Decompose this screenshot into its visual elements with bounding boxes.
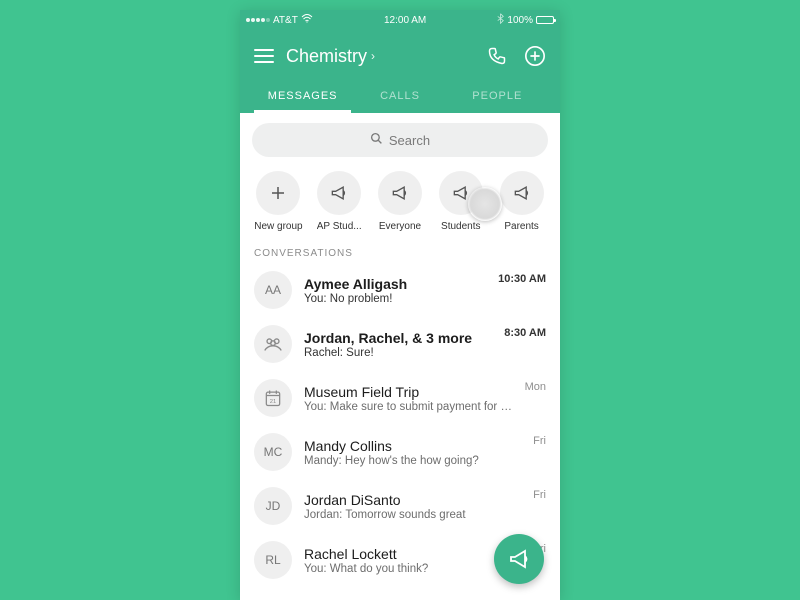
status-bar: AT&T 12:00 AM 100% [240, 10, 560, 30]
megaphone-icon [500, 171, 544, 215]
conversation-title: Aymee Alligash [304, 276, 486, 292]
app-header: Chemistry › MESSAGESCALLSPEOPLE [240, 30, 560, 113]
header-title[interactable]: Chemistry › [286, 46, 474, 67]
header-title-text: Chemistry [286, 46, 367, 67]
conversation-title: Mandy Collins [304, 438, 521, 454]
main-content: Search New group AP Stud... Everyone Studen… [240, 113, 560, 600]
battery-icon [536, 16, 554, 24]
conversation-time: Mon [525, 381, 546, 393]
group-label: AP Stud... [317, 221, 362, 232]
call-button[interactable] [486, 45, 508, 67]
chevron-right-icon: › [371, 49, 375, 63]
compose-button[interactable] [524, 45, 546, 67]
tab-bar: MESSAGESCALLSPEOPLE [254, 80, 546, 113]
group-shortcut[interactable]: New group [250, 171, 307, 232]
status-time: 12:00 AM [384, 15, 426, 26]
group-shortcut[interactable]: Everyone [372, 171, 429, 232]
conversation-time: Fri [533, 435, 546, 447]
search-placeholder: Search [389, 133, 430, 148]
plus-icon [256, 171, 300, 215]
group-label: Everyone [379, 221, 421, 232]
wifi-icon [301, 14, 313, 26]
group-shortcut[interactable]: AP Stud... [311, 171, 368, 232]
battery-pct: 100% [507, 15, 533, 26]
group-icon [254, 325, 292, 363]
conversation-row[interactable]: Jordan, Rachel, & 3 moreRachel: Sure! 8:3… [240, 317, 560, 371]
phone-frame: AT&T 12:00 AM 100% Chemistry › [240, 10, 560, 600]
avatar: AA [254, 271, 292, 309]
conversation-preview: You: What do you think? [304, 563, 521, 575]
conversation-row[interactable]: JD Jordan DiSantoJordan: Tomorrow sounds … [240, 479, 560, 533]
conversation-preview: Jordan: Tomorrow sounds great [304, 509, 521, 521]
svg-text:21: 21 [270, 399, 276, 405]
conversation-time: Fri [533, 489, 546, 501]
conversation-row[interactable]: AA Aymee AlligashYou: No problem! 10:30 AM [240, 263, 560, 317]
calendar-icon: 21 [254, 379, 292, 417]
menu-button[interactable] [254, 49, 274, 63]
conversation-row[interactable]: MC Mandy CollinsMandy: Hey how's the how … [240, 425, 560, 479]
conversation-title: Jordan DiSanto [304, 492, 521, 508]
megaphone-icon [378, 171, 422, 215]
avatar: JD [254, 487, 292, 525]
group-shortcuts: New group AP Stud... Everyone Students Paren… [240, 167, 560, 242]
conversation-title: Jordan, Rachel, & 3 more [304, 330, 492, 346]
avatar: RL [254, 541, 292, 579]
section-header: CONVERSATIONS [240, 242, 560, 263]
search-icon [370, 132, 383, 148]
group-label: Students [441, 221, 480, 232]
tab-calls[interactable]: CALLS [351, 80, 448, 113]
search-input[interactable]: Search [252, 123, 548, 157]
conversation-time: 10:30 AM [498, 273, 546, 285]
group-label: Parents [504, 221, 538, 232]
new-announcement-fab[interactable] [494, 534, 544, 584]
conversation-preview: You: No problem! [304, 293, 486, 305]
conversation-title: Museum Field Trip [304, 384, 513, 400]
tab-people[interactable]: PEOPLE [449, 80, 546, 113]
carrier-label: AT&T [273, 15, 298, 26]
conversation-row[interactable]: 21 Museum Field TripYou: Make sure to sub… [240, 371, 560, 425]
conversation-preview: Rachel: Sure! [304, 347, 492, 359]
conversation-preview: Mandy: Hey how's the how going? [304, 455, 521, 467]
signal-dots-icon [246, 18, 270, 22]
conversation-title: Rachel Lockett [304, 546, 521, 562]
conversation-time: 8:30 AM [504, 327, 546, 339]
conversation-preview: You: Make sure to submit payment for t..… [304, 401, 513, 413]
group-label: New group [254, 221, 302, 232]
megaphone-icon [317, 171, 361, 215]
avatar: MC [254, 433, 292, 471]
touch-indicator [468, 187, 502, 221]
tab-messages[interactable]: MESSAGES [254, 80, 351, 113]
bluetooth-icon [497, 13, 504, 27]
